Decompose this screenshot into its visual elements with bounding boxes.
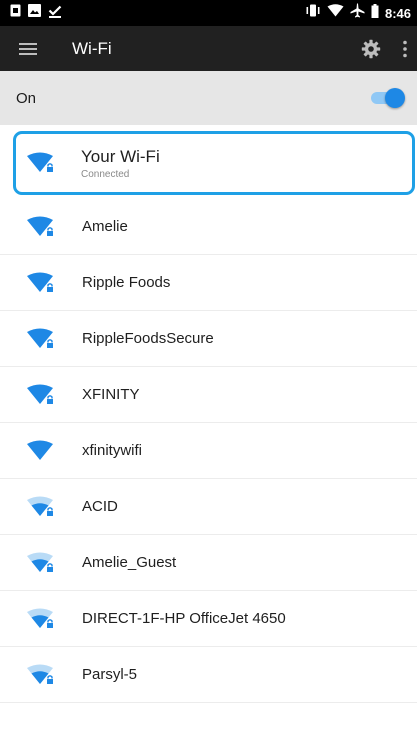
wifi-lock-icon [0,608,56,630]
network-texts: ACID [82,498,118,515]
wifi-toggle-switch[interactable] [369,88,405,108]
network-row[interactable]: XFINITY [0,367,417,423]
network-ssid: ACID [82,498,118,515]
more-vert-icon[interactable] [403,40,407,58]
wifi-lock-icon [0,384,56,406]
network-row[interactable]: Parsyl-5 [0,647,417,703]
network-ssid: Amelie [82,218,128,235]
wifi-lock-icon [16,152,56,174]
network-ssid: Ripple Foods [82,274,171,291]
network-ssid: Parsyl-5 [82,666,138,683]
network-texts: Amelie [82,218,128,235]
wifi-lock-icon [0,664,56,686]
network-ssid: DIRECT-1F-HP OfficeJet 4650 [82,610,286,627]
network-texts: Amelie_Guest [82,554,176,571]
hamburger-menu-icon[interactable] [16,37,40,61]
gear-icon[interactable] [361,39,381,59]
network-row[interactable]: xfinitywifi [0,423,417,479]
status-bar: 8:46 [0,0,417,26]
network-row[interactable]: RippleFoodsSecure [0,311,417,367]
app-bar: Wi-Fi [0,26,417,71]
network-ssid: RippleFoodsSecure [82,330,214,347]
wifi-lock-icon [0,552,56,574]
network-ssid: xfinitywifi [82,442,143,459]
status-time: 8:46 [384,5,411,21]
network-row[interactable]: Amelie [0,199,417,255]
wifi-lock-icon [0,496,56,518]
wifi-switch-label: On [16,89,37,107]
network-status: Connected [81,168,130,180]
network-row[interactable]: DIRECT-1F-HP OfficeJet 4650 [0,591,417,647]
network-ssid: Your Wi-Fi [81,146,160,166]
download-done-icon [48,4,62,23]
toggle-thumb [385,88,405,108]
wifi-status-icon [327,4,344,22]
network-texts: Ripple Foods [82,274,170,291]
notification-icon [10,4,21,22]
network-list: Your Wi-Fi Connected Amelie Ripple Foods Rip… [0,131,417,703]
network-row[interactable]: Ripple Foods [0,255,417,311]
wifi-lock-icon [0,216,56,238]
network-texts: RippleFoodsSecure [82,330,214,347]
network-row[interactable]: ACID [0,479,417,535]
wifi-settings-screen: 8:46 Wi-Fi On Your Wi-Fi Connected Ameli… [0,0,417,734]
network-texts: Parsyl-5 [82,666,137,683]
airplane-icon [350,3,365,23]
battery-icon [371,3,379,23]
network-texts: Your Wi-Fi Connected [81,147,160,180]
status-bar-right: 8:46 [305,3,411,23]
network-ssid: XFINITY [82,386,140,403]
network-texts: xfinitywifi [82,442,142,459]
app-bar-actions [361,39,407,59]
wifi-icon [0,440,56,462]
page-title: Wi-Fi [72,38,112,58]
network-row[interactable]: Amelie_Guest [0,535,417,591]
network-ssid: Amelie_Guest [82,554,177,571]
network-row-connected[interactable]: Your Wi-Fi Connected [13,131,415,195]
wifi-lock-icon [0,272,56,294]
network-texts: DIRECT-1F-HP OfficeJet 4650 [82,610,286,627]
wifi-master-switch-row[interactable]: On [0,71,417,125]
image-icon [28,4,41,22]
wifi-lock-icon [0,328,56,350]
network-texts: XFINITY [82,386,140,403]
vibrate-icon [305,4,321,22]
status-bar-left [10,4,62,23]
